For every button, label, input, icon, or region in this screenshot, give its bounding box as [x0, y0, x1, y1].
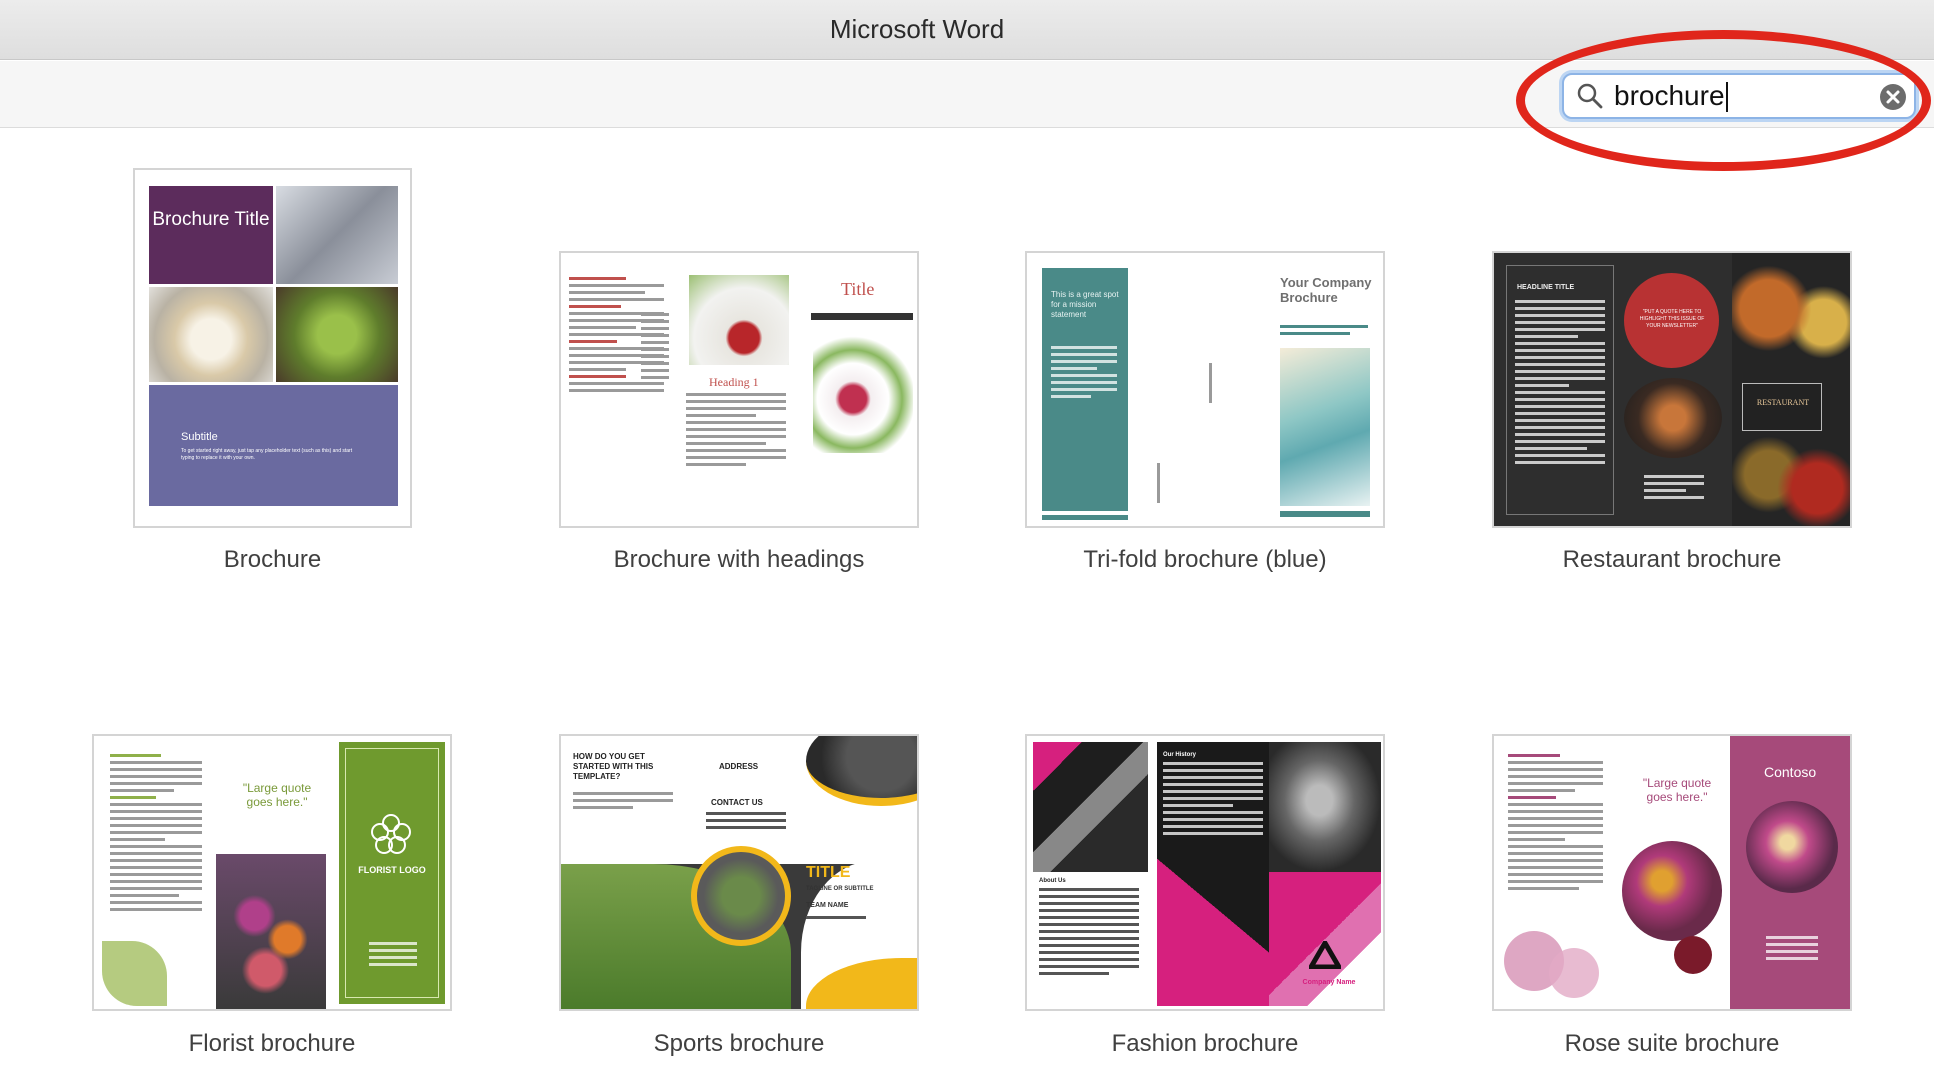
- search-input[interactable]: brochure: [1614, 80, 1728, 112]
- thumb-photo-models: [1269, 742, 1381, 872]
- template-thumbnail[interactable]: Brochure Title Subtitle To get started r…: [133, 168, 412, 528]
- thumb-photo-dish: [1624, 378, 1722, 458]
- window-title: Microsoft Word: [829, 14, 1005, 44]
- thumb-question: HOW DO YOU GET STARTED WITH THIS TEMPLAT…: [573, 752, 654, 781]
- thumb-company: Your Company Brochure: [1280, 275, 1372, 305]
- thumb-pink-wedge: [1157, 832, 1269, 1006]
- thumb-photo-flowers: [1622, 841, 1722, 941]
- thumb-teal-underline: [1042, 515, 1128, 520]
- thumb-circle-b: [1549, 948, 1599, 998]
- thumb-photo-flowers: [216, 854, 326, 1009]
- thumb-photo-pasta: [149, 287, 273, 382]
- thumb-company: Company Name: [1302, 979, 1356, 986]
- template-label[interactable]: Rose suite brochure: [1492, 1030, 1852, 1058]
- template-label[interactable]: Fashion brochure: [1025, 1030, 1385, 1058]
- thumb-title: TITLE: [806, 864, 851, 881]
- template-thumbnail[interactable]: About Us Our History Company Name: [1025, 734, 1385, 1011]
- thumb-green-panel: FLORIST LOGO: [339, 742, 445, 1004]
- thumb-tagline: TAGLINE OR SUBTITLE: [806, 886, 874, 892]
- thumb-headline: HEADLINE TITLE: [1517, 284, 1575, 291]
- thumb-black-panel: Our History: [1157, 742, 1269, 1006]
- thumb-text-col2: [686, 393, 786, 470]
- thumb-badge-frame: RESTAURANT: [1742, 383, 1822, 431]
- triangle-logo-icon: [1309, 941, 1341, 969]
- thumb-teal-footer: [1280, 511, 1370, 517]
- template-thumbnail[interactable]: HEADLINE TITLE "PUT A QUOTE HERE TO HIGH…: [1492, 251, 1852, 528]
- magnifier-icon: [1577, 83, 1603, 109]
- template-thumbnail[interactable]: Heading 1 Title: [559, 251, 919, 528]
- template-label[interactable]: Brochure: [133, 546, 412, 574]
- thumb-title: Title: [841, 279, 875, 299]
- thumb-photo-building: [1280, 348, 1370, 506]
- thumb-leaf-shape: [102, 941, 167, 1006]
- thumb-team: TEAM NAME: [806, 902, 849, 909]
- thumb-history: Our History: [1163, 752, 1197, 758]
- thumb-photo-stadium-circle: [691, 846, 791, 946]
- window-titlebar: Microsoft Word: [0, 0, 1934, 60]
- thumb-photo-radish: [813, 333, 913, 453]
- search-field[interactable]: brochure: [1562, 73, 1916, 119]
- template-thumbnail[interactable]: "Large quote goes here." Contoso: [1492, 734, 1852, 1011]
- thumb-photo-salad: [276, 287, 398, 382]
- thumb-photo-apple: [689, 275, 789, 365]
- thumb-subtitle-panel: Subtitle To get started right away, just…: [149, 385, 398, 506]
- template-label[interactable]: Restaurant brochure: [1492, 546, 1852, 574]
- clear-icon[interactable]: [1880, 84, 1906, 110]
- thumb-quote-circle: "PUT A QUOTE HERE TO HIGHLIGHT THIS ISSU…: [1624, 273, 1719, 368]
- thumb-circle-c: [1674, 936, 1712, 974]
- template-thumbnail[interactable]: This is a great spot for a mission state…: [1025, 251, 1385, 528]
- thumb-rose-panel: Contoso: [1730, 736, 1850, 1009]
- thumb-subtitle: Subtitle: [181, 431, 218, 443]
- thumb-quote: "Large quote goes here.": [242, 781, 312, 809]
- thumb-photo-stadium-top: [806, 736, 917, 806]
- thumb-contact: CONTACT US: [711, 798, 763, 807]
- thumb-photo-glasses: [276, 186, 398, 284]
- template-thumbnail[interactable]: HOW DO YOU GET STARTED WITH THIS TEMPLAT…: [559, 734, 919, 1011]
- template-label[interactable]: Florist brochure: [92, 1030, 452, 1058]
- thumb-statement: This is a great spot for a mission state…: [1051, 290, 1119, 319]
- thumb-quote: "PUT A QUOTE HERE TO HIGHLIGHT THIS ISSU…: [1639, 309, 1705, 329]
- thumb-teal-panel: This is a great spot for a mission state…: [1042, 268, 1128, 511]
- thumb-badge: RESTAURANT: [1756, 398, 1810, 407]
- thumb-text-panel: HEADLINE TITLE: [1506, 265, 1614, 515]
- template-thumbnail[interactable]: "Large quote goes here." FLORIST LOGO: [92, 734, 452, 1011]
- thumb-title-bar: [811, 313, 913, 320]
- thumb-brand: Contoso: [1764, 764, 1817, 780]
- template-label[interactable]: Sports brochure: [559, 1030, 919, 1058]
- thumb-body-text: To get started right away, just tap any …: [181, 448, 353, 461]
- thumb-title: Brochure Title: [149, 186, 273, 284]
- thumb-heading: Heading 1: [709, 375, 759, 389]
- thumb-about: About Us: [1039, 878, 1066, 884]
- thumb-photo-bouquet: [1746, 801, 1838, 893]
- thumb-logo: FLORIST LOGO: [358, 865, 426, 875]
- thumb-address: ADDRESS: [719, 762, 759, 771]
- thumb-quote: "Large quote goes here.": [1642, 776, 1712, 804]
- thumb-photo-architecture: [1033, 742, 1148, 872]
- flower-icon: [371, 814, 411, 854]
- thumb-toc: [641, 313, 669, 383]
- template-label[interactable]: Brochure with headings: [559, 546, 919, 574]
- template-label[interactable]: Tri-fold brochure (blue): [1025, 546, 1385, 574]
